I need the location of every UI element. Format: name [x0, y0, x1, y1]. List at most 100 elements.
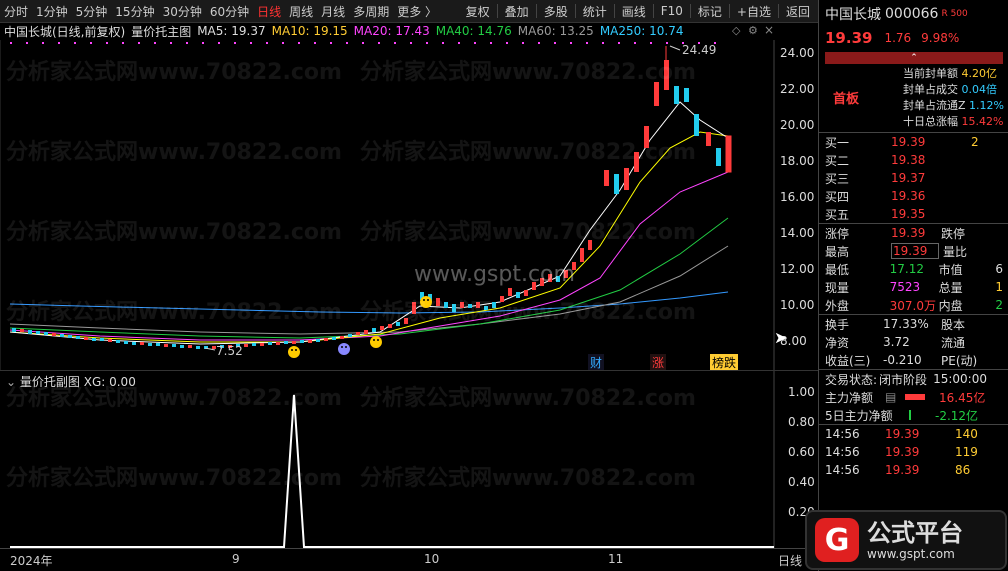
price-tick: 22.00: [780, 82, 815, 96]
ma5-line: [9, 101, 729, 345]
seal-section: 首板 当前封单额 4.20亿 封单占成交 0.04倍 封单占流通Z 1.12% …: [819, 66, 1008, 130]
back-button[interactable]: 返回: [782, 3, 814, 20]
toolbar-divider: [728, 4, 730, 18]
ma20-value: MA20: 17.43: [353, 24, 430, 38]
bid-row[interactable]: 买四 19.36: [819, 187, 1008, 205]
seal-value: 1.12%: [969, 99, 1004, 112]
settings-icon[interactable]: ⚙: [748, 24, 758, 37]
xg-value: XG: 0.00: [83, 375, 136, 389]
period-daily[interactable]: 日线: [253, 3, 285, 20]
tag-limit-up[interactable]: 涨: [650, 354, 667, 371]
price-row: 19.39 1.76 9.98%: [819, 26, 1008, 50]
price-tick: 18.00: [780, 154, 815, 168]
f10-button[interactable]: F10: [657, 4, 687, 18]
list-icon[interactable]: ▤: [885, 390, 905, 404]
tick-row: 14:56 19.39 119: [825, 445, 978, 459]
diamond-icon[interactable]: ◇: [732, 24, 740, 37]
period-toolbar: 分时 1分钟 5分钟 15分钟 30分钟 60分钟 日线 周线 月线 多周期 更…: [0, 0, 818, 23]
bid-row[interactable]: 买一 19.39 2: [819, 133, 1008, 151]
bid-row[interactable]: 买二 19.38: [819, 151, 1008, 169]
trade-status: 交易状态: 闭市阶段 15:00:00: [825, 372, 987, 387]
sub-tick: 0.40: [788, 475, 815, 489]
ma10-value: MA10: 19.15: [271, 24, 348, 38]
collapse-bar[interactable]: ⌃: [825, 52, 1003, 64]
brand-logo-icon: G: [815, 518, 859, 562]
main-net-row[interactable]: 主力净额 ▤ 16.45亿: [819, 388, 1008, 406]
ma5-value: MA5: 19.37: [197, 24, 266, 38]
kline-svg: 24.49 7.52: [0, 40, 775, 370]
low-label: 7.52: [216, 344, 243, 358]
seal-value: 0.04倍: [961, 83, 998, 96]
mark-button[interactable]: 标记: [694, 3, 726, 20]
ma40-value: MA40: 14.76: [435, 24, 512, 38]
stock-header: 中国长城 000066 R 500: [819, 2, 1008, 26]
price-pct: 9.98%: [921, 31, 960, 45]
adjust-button[interactable]: 复权: [462, 3, 494, 20]
period-multi[interactable]: 多周期: [349, 3, 393, 20]
tag-finance[interactable]: 财: [588, 354, 605, 371]
toolbar-divider: [613, 4, 615, 18]
indicator-name[interactable]: 量价托主图: [131, 23, 191, 40]
time-label: 11: [608, 552, 624, 566]
period-15min[interactable]: 15分钟: [111, 3, 158, 20]
ma10-line: [9, 131, 729, 343]
ma-legend: 中国长城(日线,前复权) 量价托主图 MA5: 19.37 MA10: 19.1…: [4, 23, 690, 39]
ma250-value: MA250: 10.74: [599, 24, 684, 38]
add-favorite-button[interactable]: +自选: [733, 3, 775, 20]
five-day-row: 5日主力净额 -2.12亿: [825, 408, 979, 423]
fund-row: 收益(三) -0.210 PE(动): [825, 353, 978, 368]
period-5min[interactable]: 5分钟: [72, 3, 112, 20]
bid-row[interactable]: 买三 19.37: [819, 169, 1008, 187]
fund-row: 换手 17.33% 股本: [825, 317, 966, 332]
seal-value: 15.42%: [961, 115, 1004, 128]
draw-line-button[interactable]: 画线: [618, 3, 650, 20]
overlay-button[interactable]: 叠加: [501, 3, 533, 20]
chart-watermark: www.gspt.com: [414, 262, 575, 287]
stat-row: 现量 7523 总量 1: [825, 280, 1003, 295]
sub-chart[interactable]: ⌄ 量价托副图 XG: 0.00 1.00 0.80 0.60 0.40 0.2…: [0, 370, 818, 549]
stat-row: 涨停 19.39 跌停: [825, 226, 966, 241]
seal-list: 当前封单额 4.20亿 封单占成交 0.04倍 封单占流通Z 1.12% 十日总…: [903, 66, 1004, 130]
net-bar: [905, 394, 925, 400]
tag-rank-down[interactable]: 榜跌: [710, 354, 739, 371]
close-icon[interactable]: ×: [764, 23, 774, 37]
price-tick: 14.00: [780, 226, 815, 240]
board-label: 首板: [833, 92, 860, 107]
seal-value: 4.20亿: [961, 67, 998, 80]
status-block: 交易状态: 闭市阶段 15:00:00 主力净额 ▤ 16.45亿 5日主力净额 -2.1…: [819, 369, 1008, 424]
ma60-value: MA60: 13.25: [517, 24, 594, 38]
fund-row: 净资 3.72 流通: [825, 335, 966, 350]
brand-name: 公式平台: [867, 519, 963, 547]
price-tick: 12.00: [780, 262, 815, 276]
toolbar-divider: [652, 4, 654, 18]
stat-row: 最高 19.39 量比: [825, 243, 968, 259]
tick-list: 14:56 19.39 140 14:56 19.39 119 14:56 19.39 86: [819, 424, 1008, 479]
net-bar: [909, 410, 911, 420]
bid-row[interactable]: 买五 19.35: [819, 205, 1008, 223]
toolbar-divider: [574, 4, 576, 18]
price-tick: 20.00: [780, 118, 815, 132]
period-1min[interactable]: 1分钟: [32, 3, 72, 20]
stock-code: 000066: [885, 6, 939, 22]
period-60min[interactable]: 60分钟: [206, 3, 253, 20]
stats-button[interactable]: 统计: [579, 3, 611, 20]
ma250-line: [9, 291, 729, 314]
multi-stock-button[interactable]: 多股: [540, 3, 572, 20]
period-monthly[interactable]: 月线: [317, 3, 349, 20]
sub-collapse-icon[interactable]: ⌄: [6, 375, 16, 389]
time-label: 9: [232, 552, 240, 566]
stock-app: 分时 1分钟 5分钟 15分钟 30分钟 60分钟 日线 周线 月线 多周期 更…: [0, 0, 1008, 571]
stock-name: 中国长城: [825, 7, 881, 23]
period-30min[interactable]: 30分钟: [159, 3, 206, 20]
period-fenshi[interactable]: 分时: [0, 3, 32, 20]
price-tick: 10.00: [780, 298, 815, 312]
sub-title[interactable]: 量价托副图: [20, 375, 80, 389]
quote-panel: 中国长城 000066 R 500 19.39 1.76 9.98% ⌃ 首板 …: [818, 0, 1008, 571]
toolbar-actions: 复权 叠加 多股 统计 画线 F10 标记 +自选 返回: [462, 0, 814, 22]
period-more[interactable]: 更多 〉: [393, 3, 441, 20]
stats-block: 涨停 19.39 跌停 最高 19.39 量比 最低 17.12 市值 6 现量 7523 总量 1…: [819, 223, 1008, 314]
period-label[interactable]: 日线: [778, 552, 802, 569]
kline-chart[interactable]: 24.49 7.52 24.00 22.00 20.00 18.00 16.00…: [0, 40, 818, 371]
price-tick: 24.00: [780, 46, 815, 60]
period-weekly[interactable]: 周线: [285, 3, 317, 20]
